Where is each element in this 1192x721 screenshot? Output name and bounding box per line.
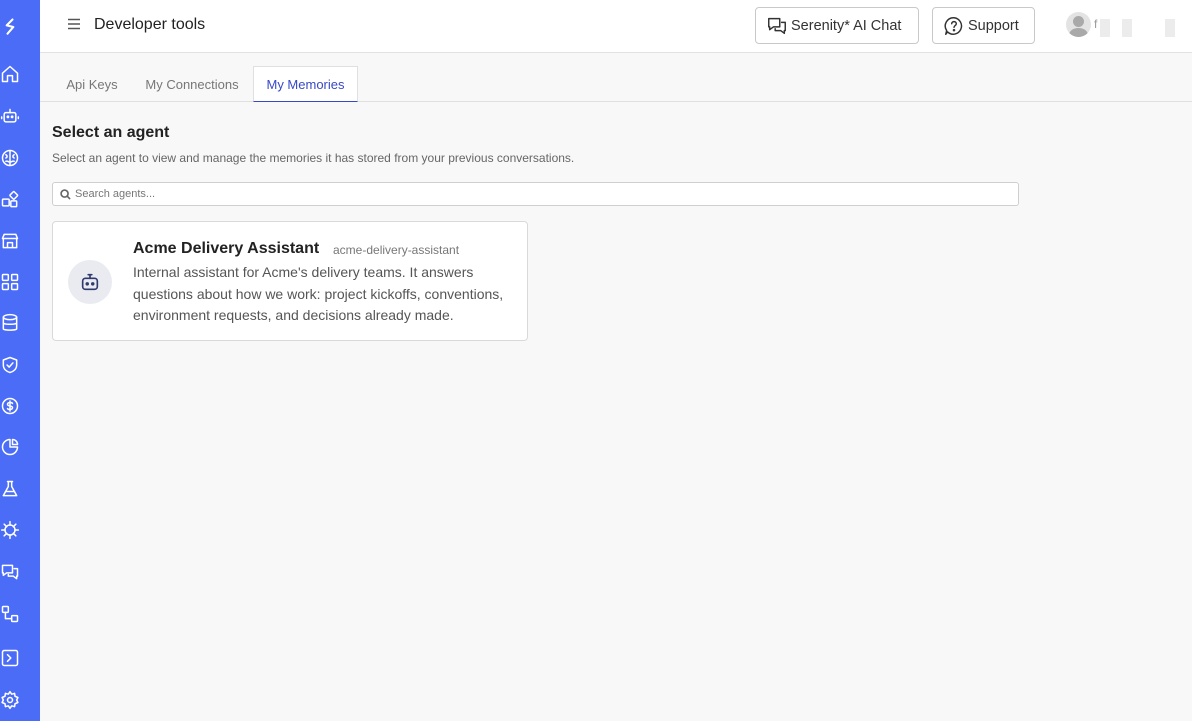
- serenity-ai-chat-button[interactable]: Serenity* AI Chat: [755, 7, 919, 44]
- redacted-user-info: [1100, 19, 1110, 37]
- agent-name: Acme Delivery Assistant: [133, 240, 320, 257]
- sidebar: [0, 0, 40, 721]
- shapes-icon[interactable]: [0, 189, 20, 211]
- search-agents-input[interactable]: [75, 185, 1005, 203]
- database-icon[interactable]: [0, 312, 20, 334]
- section-title: Select an agent: [52, 124, 170, 141]
- page-title: Developer tools: [94, 16, 206, 33]
- workflow-icon[interactable]: [0, 603, 20, 625]
- logo-icon[interactable]: [0, 16, 20, 38]
- help-bubble-icon: [944, 16, 963, 35]
- top-header: Developer tools Serenity* AI Chat Suppor…: [40, 0, 1192, 53]
- section-description: Select an agent to view and manage the m…: [52, 151, 575, 165]
- support-button[interactable]: Support: [932, 7, 1035, 44]
- brain-icon[interactable]: [0, 147, 20, 169]
- tab-bar: Api Keys My Connections My Memories: [40, 66, 1192, 102]
- chat-bubbles-icon: [768, 17, 786, 34]
- flask-icon[interactable]: [0, 478, 20, 500]
- gear-icon[interactable]: [0, 689, 20, 711]
- chat-button-label: Serenity* AI Chat: [791, 17, 902, 34]
- user-avatar[interactable]: [1066, 12, 1091, 37]
- agent-avatar: [68, 260, 112, 304]
- robot-icon[interactable]: [0, 105, 20, 127]
- agent-slug: acme-delivery-assistant: [333, 243, 460, 257]
- agent-description: Internal assistant for Acme's delivery t…: [133, 264, 504, 323]
- home-icon[interactable]: [0, 63, 20, 85]
- tab-api-keys[interactable]: Api Keys: [53, 66, 131, 102]
- search-box: [52, 182, 1019, 206]
- dollar-circle-icon[interactable]: [0, 395, 20, 417]
- redacted-user-info: [1165, 19, 1175, 37]
- agent-card[interactable]: Acme Delivery Assistant acme-delivery-as…: [52, 221, 528, 341]
- user-name: f: [1094, 17, 1098, 31]
- apps-grid-icon[interactable]: [0, 271, 20, 293]
- chat-icon[interactable]: [0, 561, 20, 583]
- shield-check-icon[interactable]: [0, 354, 20, 376]
- tab-my-memories[interactable]: My Memories: [253, 66, 358, 102]
- terminal-icon[interactable]: [0, 647, 20, 669]
- store-icon[interactable]: [0, 230, 20, 252]
- search-icon: [60, 189, 71, 200]
- virus-icon[interactable]: [0, 519, 20, 541]
- redacted-user-info: [1122, 19, 1132, 37]
- hamburger-menu-icon[interactable]: [67, 17, 81, 31]
- robot-icon: [81, 273, 99, 291]
- tab-my-connections[interactable]: My Connections: [138, 66, 246, 102]
- support-button-label: Support: [968, 17, 1019, 34]
- pie-chart-icon[interactable]: [0, 436, 20, 458]
